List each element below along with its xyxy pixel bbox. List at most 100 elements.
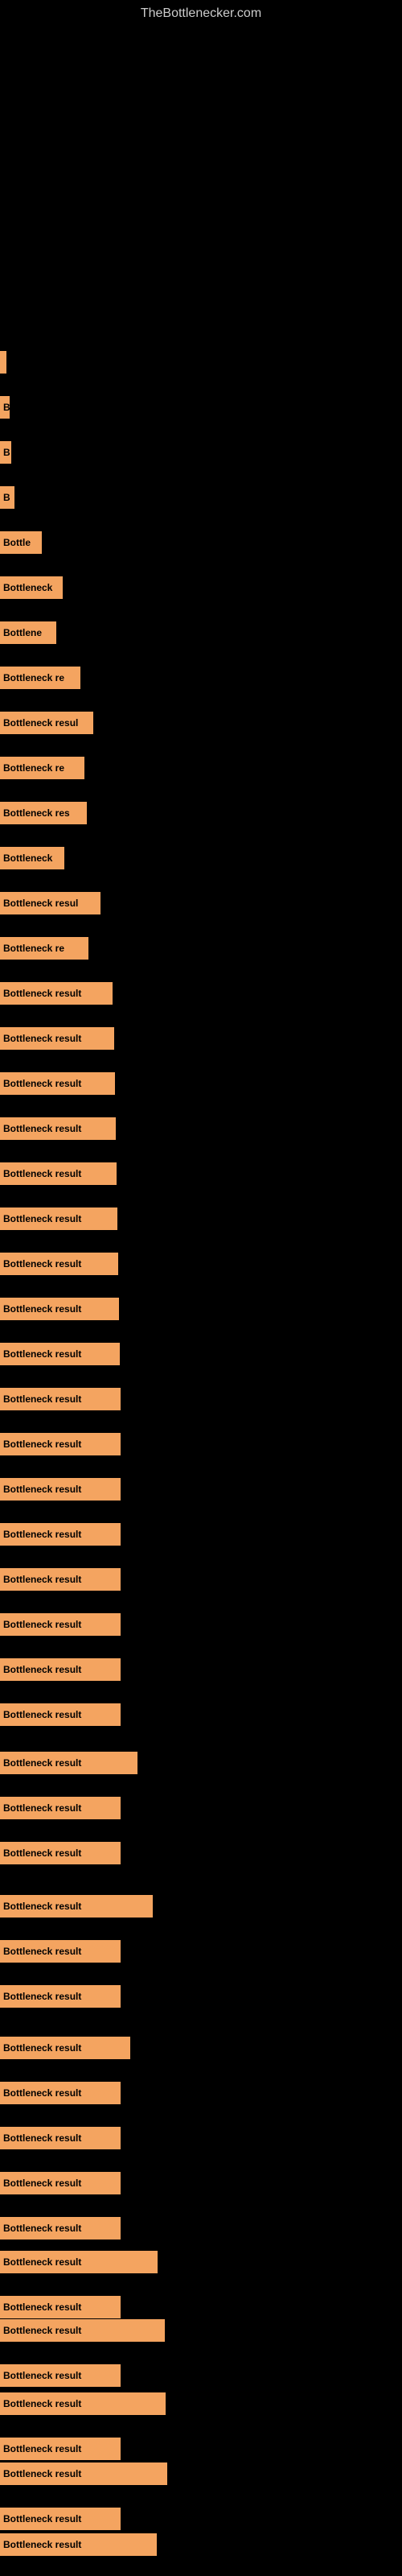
- bar-item-25: Bottleneck result: [0, 1433, 121, 1455]
- bar-item-10: Bottleneck re: [0, 757, 84, 779]
- bar-item-34: Bottleneck result: [0, 1842, 121, 1864]
- bar-item-23: Bottleneck result: [0, 1343, 120, 1365]
- bar-label-24: Bottleneck result: [3, 1393, 81, 1405]
- bar-item-7: Bottlene: [0, 621, 56, 644]
- bar-item-12: Bottleneck: [0, 847, 64, 869]
- bar-item-33: Bottleneck result: [0, 1797, 121, 1819]
- bar-item-20: Bottleneck result: [0, 1208, 117, 1230]
- bar-label-40: Bottleneck result: [3, 2132, 81, 2144]
- bar-item-14: Bottleneck re: [0, 937, 88, 960]
- bar-label-49: Bottleneck result: [3, 2468, 81, 2479]
- bar-item-6: Bottleneck: [0, 576, 63, 599]
- bar-label-9: Bottleneck resul: [3, 717, 78, 729]
- bar-label-33: Bottleneck result: [3, 1802, 81, 1814]
- bar-label-38: Bottleneck result: [3, 2042, 81, 2054]
- bar-item-49: Bottleneck result: [0, 2462, 167, 2485]
- bar-item-22: Bottleneck result: [0, 1298, 119, 1320]
- bar-label-26: Bottleneck result: [3, 1484, 81, 1495]
- bar-label-28: Bottleneck result: [3, 1574, 81, 1585]
- bar-label-15: Bottleneck result: [3, 988, 81, 999]
- bar-item-45: Bottleneck result: [0, 2319, 165, 2342]
- bar-label-4: B: [3, 492, 10, 503]
- bar-item-50: Bottleneck result: [0, 2508, 121, 2530]
- bar-label-23: Bottleneck result: [3, 1348, 81, 1360]
- bar-item-31: Bottleneck result: [0, 1703, 121, 1726]
- bar-label-36: Bottleneck result: [3, 1946, 81, 1957]
- bar-item-8: Bottleneck re: [0, 667, 80, 689]
- bar-label-12: Bottleneck: [3, 852, 52, 864]
- bar-label-3: B: [3, 447, 10, 458]
- bar-item-18: Bottleneck result: [0, 1117, 116, 1140]
- bar-item-11: Bottleneck res: [0, 802, 87, 824]
- bar-label-13: Bottleneck resul: [3, 898, 78, 909]
- bar-label-31: Bottleneck result: [3, 1709, 81, 1720]
- bar-item-38: Bottleneck result: [0, 2037, 130, 2059]
- bar-label-34: Bottleneck result: [3, 1847, 81, 1859]
- bar-item-28: Bottleneck result: [0, 1568, 121, 1591]
- bar-item-19: Bottleneck result: [0, 1162, 117, 1185]
- bar-label-8: Bottleneck re: [3, 672, 64, 683]
- bar-item-29: Bottleneck result: [0, 1613, 121, 1636]
- bar-label-2: B: [3, 402, 10, 413]
- bar-item-17: Bottleneck result: [0, 1072, 115, 1095]
- bar-label-18: Bottleneck result: [3, 1123, 81, 1134]
- bar-item-41: Bottleneck result: [0, 2172, 121, 2194]
- bar-label-11: Bottleneck res: [3, 807, 70, 819]
- bar-item-5: Bottle: [0, 531, 42, 554]
- bar-label-50: Bottleneck result: [3, 2513, 81, 2524]
- bar-label-6: Bottleneck: [3, 582, 52, 593]
- bar-item-40: Bottleneck result: [0, 2127, 121, 2149]
- bar-item-27: Bottleneck result: [0, 1523, 121, 1546]
- bar-item-51: Bottleneck result: [0, 2533, 157, 2556]
- bar-label-46: Bottleneck result: [3, 2370, 81, 2381]
- bar-label-35: Bottleneck result: [3, 1901, 81, 1912]
- bar-item-15: Bottleneck result: [0, 982, 113, 1005]
- bar-label-5: Bottle: [3, 537, 31, 548]
- bar-label-43: Bottleneck result: [3, 2256, 81, 2268]
- bar-item-16: Bottleneck result: [0, 1027, 114, 1050]
- bar-label-48: Bottleneck result: [3, 2443, 81, 2454]
- bar-label-51: Bottleneck result: [3, 2539, 81, 2550]
- bar-item-48: Bottleneck result: [0, 2438, 121, 2460]
- bar-label-47: Bottleneck result: [3, 2398, 81, 2409]
- bar-label-27: Bottleneck result: [3, 1529, 81, 1540]
- bar-label-20: Bottleneck result: [3, 1213, 81, 1224]
- bar-item-39: Bottleneck result: [0, 2082, 121, 2104]
- bar-label-30: Bottleneck result: [3, 1664, 81, 1675]
- bar-item-2: B: [0, 396, 10, 419]
- bar-item-42: Bottleneck result: [0, 2217, 121, 2240]
- bar-label-14: Bottleneck re: [3, 943, 64, 954]
- bar-item-24: Bottleneck result: [0, 1388, 121, 1410]
- site-title: TheBottlenecker.com: [0, 0, 402, 24]
- bar-item-47: Bottleneck result: [0, 2392, 166, 2415]
- bar-item-32: Bottleneck result: [0, 1752, 137, 1774]
- bar-item-44: Bottleneck result: [0, 2296, 121, 2318]
- bar-label-32: Bottleneck result: [3, 1757, 81, 1769]
- bar-label-21: Bottleneck result: [3, 1258, 81, 1269]
- bar-item-9: Bottleneck resul: [0, 712, 93, 734]
- bar-label-16: Bottleneck result: [3, 1033, 81, 1044]
- bar-label-29: Bottleneck result: [3, 1619, 81, 1630]
- bar-item-30: Bottleneck result: [0, 1658, 121, 1681]
- bar-item-1: [0, 351, 6, 374]
- bar-label-39: Bottleneck result: [3, 2087, 81, 2099]
- bar-item-3: B: [0, 441, 11, 464]
- bar-item-35: Bottleneck result: [0, 1895, 153, 1918]
- bar-item-21: Bottleneck result: [0, 1253, 118, 1275]
- bar-item-37: Bottleneck result: [0, 1985, 121, 2008]
- bar-label-44: Bottleneck result: [3, 2301, 81, 2313]
- bar-label-37: Bottleneck result: [3, 1991, 81, 2002]
- bar-item-43: Bottleneck result: [0, 2251, 158, 2273]
- bar-label-19: Bottleneck result: [3, 1168, 81, 1179]
- bar-label-7: Bottlene: [3, 627, 42, 638]
- bar-item-26: Bottleneck result: [0, 1478, 121, 1501]
- bar-item-36: Bottleneck result: [0, 1940, 121, 1963]
- bar-label-41: Bottleneck result: [3, 2178, 81, 2189]
- bar-label-25: Bottleneck result: [3, 1439, 81, 1450]
- bar-label-42: Bottleneck result: [3, 2223, 81, 2234]
- bar-label-17: Bottleneck result: [3, 1078, 81, 1089]
- bar-item-4: B: [0, 486, 14, 509]
- bar-label-10: Bottleneck re: [3, 762, 64, 774]
- bar-item-13: Bottleneck resul: [0, 892, 100, 914]
- bar-label-22: Bottleneck result: [3, 1303, 81, 1315]
